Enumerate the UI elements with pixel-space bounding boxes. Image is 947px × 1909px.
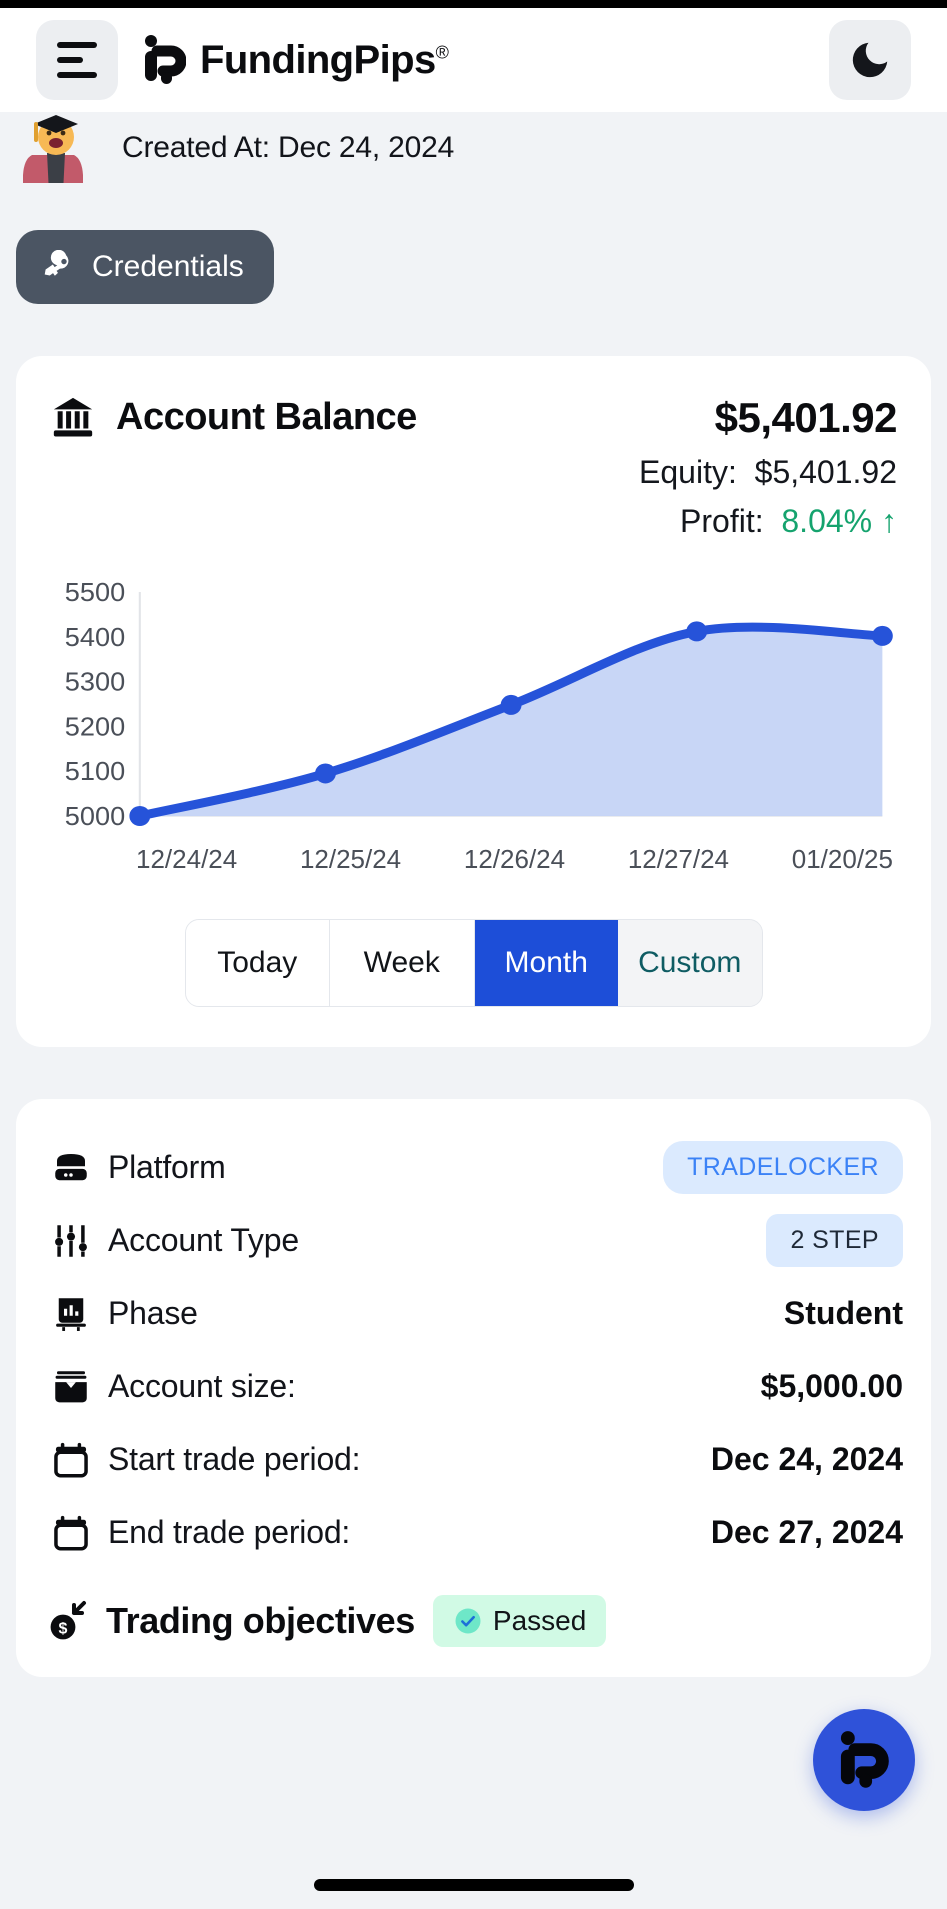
profit-up-arrow-icon: ↑ bbox=[881, 503, 897, 539]
brand-name-text: FundingPips bbox=[200, 38, 436, 82]
home-indicator bbox=[313, 1879, 634, 1891]
credentials-button[interactable]: Credentials bbox=[16, 230, 274, 304]
created-at-text: Created At: Dec 24, 2024 bbox=[122, 131, 455, 164]
calendar-icon bbox=[44, 1512, 98, 1554]
fundingpips-logo-icon bbox=[145, 35, 186, 84]
detail-label: Account Type bbox=[108, 1222, 299, 1258]
period-tab-custom[interactable]: Custom bbox=[618, 920, 762, 1006]
detail-value: Dec 24, 2024 bbox=[710, 1441, 903, 1477]
chart-x-tick-1: 12/25/24 bbox=[299, 844, 402, 874]
balance-title: Account Balance bbox=[116, 395, 417, 438]
chart-y-tick-5: 5000 bbox=[65, 802, 125, 831]
chart-y-tick-2: 5300 bbox=[65, 667, 125, 696]
chart-x-tick-3: 12/27/24 bbox=[627, 844, 730, 874]
account-type-badge: 2 STEP bbox=[766, 1214, 903, 1267]
detail-row-account-type: Account Type 2 STEP bbox=[44, 1204, 903, 1277]
period-segmented-control[interactable]: Today Week Month Custom bbox=[184, 919, 763, 1007]
period-tab-week[interactable]: Week bbox=[330, 920, 475, 1006]
moon-icon bbox=[852, 42, 888, 78]
status-badge: Passed bbox=[432, 1595, 607, 1647]
detail-label: Platform bbox=[108, 1149, 226, 1185]
app-header: FundingPips® bbox=[0, 8, 947, 112]
chart-y-tick-0: 5500 bbox=[65, 578, 125, 607]
account-meta-row: Created At: Dec 24, 2024 bbox=[0, 112, 947, 183]
fundingpips-logo-icon bbox=[840, 1731, 889, 1788]
account-balance-card: Account Balance $5,401.92 Equity: $5,401… bbox=[16, 356, 931, 1047]
detail-value: Student bbox=[783, 1295, 903, 1331]
chart-y-tick-4: 5100 bbox=[65, 757, 125, 786]
balance-values: $5,401.92 Equity: $5,401.92 Profit: 8.04… bbox=[639, 394, 897, 540]
detail-value: $5,000.00 bbox=[760, 1368, 903, 1404]
svg-text:$: $ bbox=[59, 1620, 68, 1637]
chart-x-tick-4: 01/20/25 bbox=[791, 844, 893, 874]
student-avatar bbox=[14, 109, 98, 183]
chart-y-tick-1: 5400 bbox=[65, 622, 125, 651]
support-fab-button[interactable] bbox=[813, 1709, 915, 1811]
detail-row-start-trade-period: Start trade period: Dec 24, 2024 bbox=[44, 1423, 903, 1496]
detail-row-end-trade-period: End trade period: Dec 27, 2024 bbox=[44, 1496, 903, 1569]
chart-point-2[interactable] bbox=[500, 694, 522, 715]
detail-label: End trade period: bbox=[108, 1514, 351, 1550]
equity-value: $5,401.92 bbox=[754, 454, 897, 490]
bank-icon bbox=[53, 397, 93, 437]
hamburger-menu-button[interactable] bbox=[36, 20, 118, 100]
brand-name: FundingPips® bbox=[200, 38, 449, 82]
chart-point-3[interactable] bbox=[686, 621, 708, 642]
balance-chart-svg: 5500 5400 5300 5200 5100 5000 bbox=[65, 578, 893, 831]
calendar-icon bbox=[44, 1439, 98, 1481]
detail-label: Account size: bbox=[108, 1368, 296, 1404]
balance-amount: $5,401.92 bbox=[714, 394, 898, 441]
detail-value: Dec 27, 2024 bbox=[710, 1514, 903, 1550]
detail-row-phase: Phase Student bbox=[44, 1277, 903, 1350]
profit-row: Profit: 8.04% ↑ bbox=[639, 503, 897, 540]
detail-label: Phase bbox=[108, 1295, 198, 1331]
status-bar bbox=[0, 0, 947, 8]
theme-toggle-button[interactable] bbox=[829, 20, 911, 100]
chart-x-tick-2: 12/26/24 bbox=[463, 844, 566, 874]
chart-x-tick-0: 12/24/24 bbox=[136, 844, 238, 874]
profit-value: 8.04% bbox=[781, 503, 873, 539]
chart-icon bbox=[44, 1293, 98, 1335]
balance-chart: 5500 5400 5300 5200 5100 5000 bbox=[50, 570, 897, 838]
wallet-icon bbox=[44, 1366, 98, 1408]
sliders-icon bbox=[44, 1220, 98, 1262]
chart-point-1[interactable] bbox=[315, 763, 336, 784]
trading-objectives-row[interactable]: $ Trading objectives Passed bbox=[44, 1595, 903, 1647]
brand: FundingPips® bbox=[144, 34, 449, 86]
hamburger-icon bbox=[57, 42, 97, 78]
balance-header: Account Balance $5,401.92 Equity: $5,401… bbox=[50, 394, 897, 540]
period-tab-today[interactable]: Today bbox=[185, 920, 330, 1006]
profit-label: Profit: bbox=[680, 503, 764, 539]
chart-y-tick-3: 5200 bbox=[65, 712, 125, 741]
chart-x-axis-labels: 12/24/24 12/25/24 12/26/24 12/27/24 01/20/25 bbox=[50, 838, 893, 875]
chart-point-0[interactable] bbox=[129, 806, 151, 826]
detail-row-platform: Platform TRADELOCKER bbox=[44, 1131, 903, 1204]
detail-label: Start trade period: bbox=[108, 1441, 361, 1477]
chart-point-4[interactable] bbox=[871, 625, 893, 646]
credentials-area: Credentials bbox=[0, 178, 947, 304]
server-icon bbox=[44, 1147, 98, 1189]
trading-objectives-title: Trading objectives bbox=[106, 1600, 415, 1641]
credentials-label: Credentials bbox=[92, 250, 244, 283]
key-icon bbox=[44, 250, 69, 276]
registered-mark: ® bbox=[435, 42, 449, 63]
period-tab-month[interactable]: Month bbox=[474, 920, 618, 1006]
status-badge-label: Passed bbox=[492, 1605, 587, 1636]
platform-badge: TRADELOCKER bbox=[663, 1141, 903, 1194]
coin-in-icon: $ bbox=[50, 1601, 86, 1640]
check-circle-icon bbox=[455, 1608, 481, 1634]
account-details-card: Platform TRADELOCKER Account Type 2 STEP Pha… bbox=[16, 1099, 931, 1677]
app-screen: FundingPips® Created At: Dec 24, 2024 Cr… bbox=[0, 0, 947, 1909]
detail-row-account-size: Account size: $5,000.00 bbox=[44, 1350, 903, 1423]
equity-label: Equity: bbox=[639, 454, 737, 490]
equity-row: Equity: $5,401.92 bbox=[639, 454, 897, 491]
